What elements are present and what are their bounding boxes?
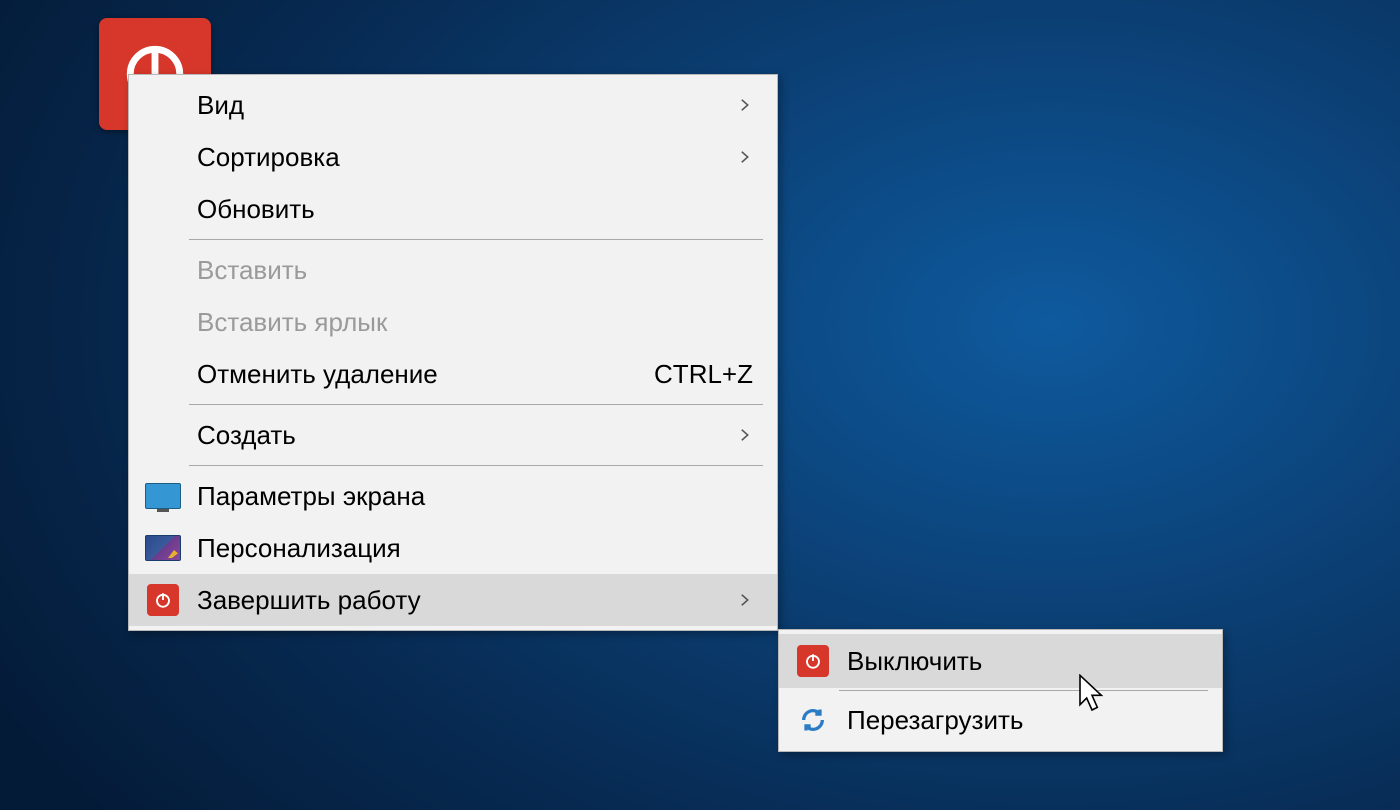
menu-separator [189,239,763,240]
menu-item-personalization[interactable]: Персонализация [129,522,777,574]
menu-item-refresh[interactable]: Обновить [129,183,777,235]
menu-item-shutdown[interactable]: Завершить работу [129,574,777,626]
menu-item-paste: Вставить [129,244,777,296]
menu-item-display-settings[interactable]: Параметры экрана [129,470,777,522]
menu-item-paste-shortcut: Вставить ярлык [129,296,777,348]
power-icon [793,643,833,679]
menu-item-new[interactable]: Создать [129,409,777,461]
chevron-right-icon [735,148,753,166]
menu-label: Завершить работу [197,585,735,616]
menu-label: Вставить [197,255,753,286]
menu-label: Отменить удаление [197,359,654,390]
submenu-item-restart[interactable]: Перезагрузить [779,693,1222,747]
menu-label: Вид [197,90,735,121]
display-icon [143,478,183,514]
menu-label: Создать [197,420,735,451]
chevron-right-icon [735,426,753,444]
personalize-icon [143,530,183,566]
submenu-item-poweroff[interactable]: Выключить [779,634,1222,688]
power-icon [143,582,183,618]
menu-label: Обновить [197,194,753,225]
menu-shortcut: CTRL+Z [654,359,753,390]
menu-separator [839,690,1208,691]
menu-label: Перезагрузить [847,705,1198,736]
chevron-right-icon [735,591,753,609]
menu-label: Параметры экрана [197,481,753,512]
menu-separator [189,404,763,405]
menu-separator [189,465,763,466]
menu-item-sort[interactable]: Сортировка [129,131,777,183]
chevron-right-icon [735,96,753,114]
menu-label: Сортировка [197,142,735,173]
shutdown-submenu: Выключить Перезагрузить [778,629,1223,752]
menu-label: Персонализация [197,533,753,564]
refresh-icon [793,702,833,738]
menu-label: Вставить ярлык [197,307,753,338]
menu-item-view[interactable]: Вид [129,79,777,131]
menu-label: Выключить [847,646,1198,677]
desktop-context-menu: Вид Сортировка Обновить Вставить Вставит… [128,74,778,631]
menu-item-undo-delete[interactable]: Отменить удаление CTRL+Z [129,348,777,400]
